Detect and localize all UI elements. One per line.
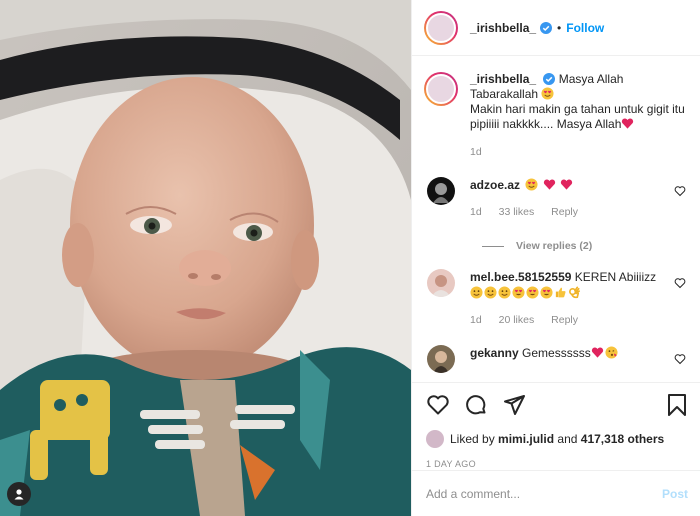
red-heart-emoji [622,118,634,129]
kissing-emoji [605,346,618,359]
caption-text-line2: Tabarakallah [470,87,539,101]
likes-count-button[interactable]: 417,318 others [581,432,664,446]
post-date[interactable]: 1 DAY AGO [426,459,688,469]
comment-text: KEREN Abiiiizz [574,270,657,284]
comment-input[interactable] [426,486,662,501]
baby-photo-image [0,0,411,516]
liked-by-prefix: Liked by [450,432,495,446]
liker-avatar[interactable] [426,430,444,448]
replies-divider-line [482,245,504,247]
comment-item: gekanny Gemessssss [424,345,686,373]
separator-dot: • [557,20,562,35]
reply-button[interactable]: Reply [551,206,578,218]
ok-hand-emoji [569,286,580,299]
caption-avatar[interactable] [424,72,458,106]
liked-by-user[interactable]: mimi.julid [498,432,554,446]
red-heart-emoji [543,179,555,190]
commenter-username[interactable]: mel.bee.58152559 [470,270,571,284]
like-comment-icon[interactable] [674,353,686,365]
view-replies-label: View replies (2) [516,240,593,252]
comment-likes[interactable]: 20 likes [499,314,535,326]
caption-text-line1: Masya Allah [558,72,624,86]
grinning-emoji [498,286,511,299]
comment-age[interactable]: 1d [470,314,482,326]
commenter-avatar[interactable] [427,269,455,297]
smiling-heart-eyes-emoji [541,87,554,100]
add-comment-bar: Post [412,470,700,516]
save-bookmark-icon[interactable] [666,393,688,417]
verified-badge-icon [543,73,556,85]
likes-summary: Liked by mimi.julid and 417,318 others [426,430,688,448]
view-replies-button[interactable]: View replies (2) [482,240,686,252]
grinning-emoji [470,286,483,299]
comment-age[interactable]: 1d [470,206,482,218]
comment-emoji-row [470,285,660,301]
author-avatar[interactable] [424,10,458,45]
comments-list[interactable]: _irishbella_ Masya Allah Tabarakallah Ma… [412,56,700,382]
comment-bubble-icon[interactable] [464,393,488,417]
like-heart-icon[interactable] [426,393,450,417]
tagged-user-icon[interactable] [7,482,31,506]
author-username[interactable]: _irishbella_ [470,21,536,35]
comment-item: mel.bee.58152559 KEREN Abiiiizz 1d 20 li… [424,269,686,328]
smiling-heart-eyes-emoji [525,178,538,191]
comment-likes[interactable]: 33 likes [499,206,535,218]
author-avatar-image [426,12,456,43]
heart-eyes-emoji [512,286,525,299]
commenter-username[interactable]: gekanny [470,346,519,360]
thumbs-up-emoji [555,287,566,298]
verified-badge-icon [540,21,553,34]
share-paper-plane-icon[interactable] [502,393,526,417]
post-actions: Liked by mimi.julid and 417,318 others 1… [412,382,700,469]
like-comment-icon[interactable] [674,277,686,289]
caption-username[interactable]: _irishbella_ [470,72,536,86]
grinning-emoji [484,286,497,299]
red-heart-emoji [591,347,603,358]
commenter-avatar[interactable] [427,345,455,373]
reply-button[interactable]: Reply [551,314,578,326]
comment-text: Gemessssss [522,346,591,360]
heart-eyes-emoji [526,286,539,299]
liked-by-and: and [557,432,578,446]
caption-text-line3: Makin hari makin ga tahan untuk gigit it… [470,102,685,131]
post-details-panel: _irishbella_ • Follow _irishbella_ Masya… [411,0,700,516]
red-heart-emoji [560,179,573,190]
commenter-avatar[interactable] [427,177,455,205]
post-caption: _irishbella_ Masya Allah Tabarakallah Ma… [424,72,686,160]
like-comment-icon[interactable] [674,185,686,197]
caption-age[interactable]: 1d [470,145,686,160]
post-comment-button[interactable]: Post [662,487,688,501]
heart-eyes-emoji [540,286,553,299]
caption-avatar-image [426,74,456,104]
follow-button[interactable]: Follow [566,21,604,35]
post-photo[interactable] [0,0,411,516]
commenter-username[interactable]: adzoe.az [470,178,520,192]
post-header: _irishbella_ • Follow [412,0,700,56]
comment-item: adzoe.az 1d 33 likes Reply [424,177,686,220]
